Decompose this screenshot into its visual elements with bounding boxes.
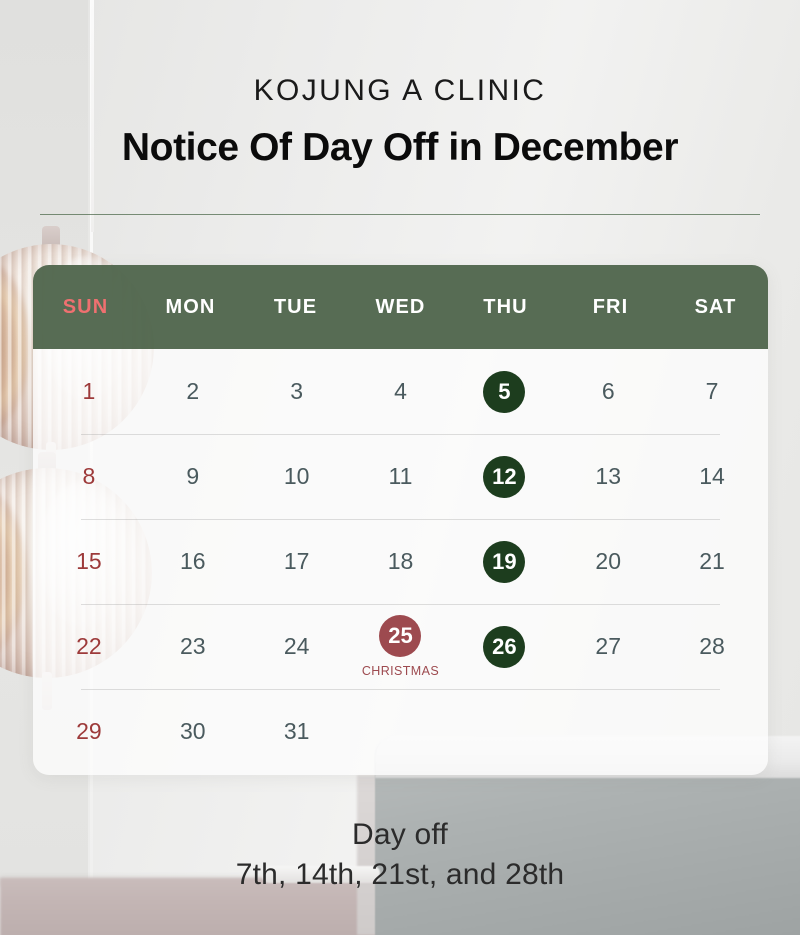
- calendar-day-cell[interactable]: 8: [37, 434, 141, 519]
- day-number: 8: [82, 463, 96, 489]
- calendar-grid: 1 2 3 4 5 6 7 8 9 10 11 12 13 14 15 16 17 18 19 20 21 22 23 24 2…: [33, 349, 768, 774]
- calendar-day-cell[interactable]: 26: [452, 604, 556, 689]
- calendar-day-cell[interactable]: 20: [556, 519, 660, 604]
- poster-content: KOJUNG A CLINIC Notice Of Day Off in Dec…: [0, 0, 800, 935]
- calendar-day-cell[interactable]: 23: [141, 604, 245, 689]
- calendar-day-cell[interactable]: 7: [660, 349, 764, 434]
- day-number: 25: [379, 615, 422, 657]
- dayoff-dates: 7th, 14th, 21st, and 28th: [235, 858, 565, 891]
- day-number: 30: [179, 718, 206, 744]
- calendar-day-cell[interactable]: 18: [349, 519, 453, 604]
- day-number: 28: [699, 633, 725, 659]
- clinic-name: KOJUNG A CLINIC: [253, 74, 547, 107]
- day-number: 2: [186, 378, 200, 404]
- day-sublabel: CHRISTMAS: [361, 664, 440, 678]
- day-number: 29: [76, 718, 102, 744]
- calendar-day-cell[interactable]: 1: [37, 349, 141, 434]
- calendar-day-cell[interactable]: 22: [37, 604, 141, 689]
- weekday-header-mon: MON: [165, 295, 216, 318]
- calendar-day-cell[interactable]: 14: [660, 434, 764, 519]
- calendar-day-cell[interactable]: 19: [452, 519, 556, 604]
- calendar-day-cell[interactable]: 31: [245, 689, 349, 774]
- weekday-header-sat: SAT: [694, 295, 737, 318]
- weekday-header-fri: FRI: [592, 295, 629, 318]
- day-number: 9: [186, 463, 200, 489]
- day-number: 5: [483, 370, 526, 413]
- day-number: 31: [283, 718, 310, 744]
- calendar-day-cell[interactable]: 16: [141, 519, 245, 604]
- calendar-day-cell[interactable]: 2: [141, 349, 245, 434]
- calendar-day-cell[interactable]: 5: [452, 349, 556, 434]
- calendar-day-cell[interactable]: 12: [452, 434, 556, 519]
- calendar-weekday-header: SUN MON TUE WED THU FRI SAT: [33, 265, 768, 349]
- day-number: 1: [82, 378, 96, 404]
- day-number: 17: [283, 548, 310, 574]
- calendar-day-cell[interactable]: 4: [349, 349, 453, 434]
- day-number: 21: [699, 548, 725, 574]
- day-number: 19: [483, 540, 526, 583]
- day-number: 6: [601, 378, 615, 404]
- calendar-day-cell[interactable]: 21: [660, 519, 764, 604]
- calendar-day-cell[interactable]: 24: [245, 604, 349, 689]
- calendar-day-cell[interactable]: 30: [141, 689, 245, 774]
- day-number: 15: [76, 548, 102, 574]
- calendar-card: SUN MON TUE WED THU FRI SAT 1 2 3 4 5 6 7 8 9 10 11 12 13 1…: [33, 265, 768, 775]
- day-number: 18: [387, 548, 414, 574]
- dayoff-label: Day off: [352, 818, 448, 851]
- calendar-day-cell[interactable]: 15: [37, 519, 141, 604]
- calendar-day-cell[interactable]: 28: [660, 604, 764, 689]
- dayoff-footer: Day off 7th, 14th, 21st, and 28th: [0, 818, 800, 892]
- calendar-week-row: 22 23 24 25 CHRISTMAS 26 27 28: [37, 604, 764, 689]
- calendar-day-cell[interactable]: 3: [245, 349, 349, 434]
- calendar-day-cell[interactable]: 17: [245, 519, 349, 604]
- weekday-header-sun: SUN: [62, 295, 109, 318]
- title-divider: [40, 214, 760, 215]
- calendar-day-cell[interactable]: 29: [37, 689, 141, 774]
- calendar-day-cell[interactable]: 10: [245, 434, 349, 519]
- day-number: 12: [483, 455, 526, 498]
- day-number: 7: [705, 378, 719, 404]
- calendar-day-cell[interactable]: 25 CHRISTMAS: [349, 604, 453, 689]
- day-number: 3: [290, 378, 304, 404]
- day-number: 4: [394, 378, 407, 404]
- day-number: 16: [179, 548, 206, 574]
- calendar-day-cell[interactable]: 9: [141, 434, 245, 519]
- day-number: 10: [283, 463, 310, 489]
- calendar-day-cell[interactable]: 13: [556, 434, 660, 519]
- day-number: 11: [388, 463, 413, 489]
- day-number: 23: [179, 633, 206, 659]
- calendar-week-row: 15 16 17 18 19 20 21: [37, 519, 764, 604]
- day-number: 22: [76, 633, 102, 659]
- calendar-week-row: 8 9 10 11 12 13 14: [37, 434, 764, 519]
- day-number: 26: [483, 625, 526, 668]
- calendar-day-cell[interactable]: 6: [556, 349, 660, 434]
- calendar-week-row: 1 2 3 4 5 6 7: [37, 349, 764, 434]
- calendar-day-cell[interactable]: 11: [349, 434, 453, 519]
- weekday-header-thu: THU: [483, 295, 528, 318]
- page-title: Notice Of Day Off in December: [121, 126, 679, 169]
- day-number: 13: [595, 463, 621, 489]
- day-number: 24: [283, 633, 310, 659]
- day-number: 20: [595, 548, 621, 574]
- day-number: 27: [595, 633, 621, 659]
- day-number: 14: [699, 463, 725, 489]
- weekday-header-tue: TUE: [273, 295, 318, 318]
- calendar-week-row: 29 30 31: [37, 689, 764, 774]
- weekday-header-wed: WED: [375, 295, 426, 318]
- calendar-day-cell[interactable]: 27: [556, 604, 660, 689]
